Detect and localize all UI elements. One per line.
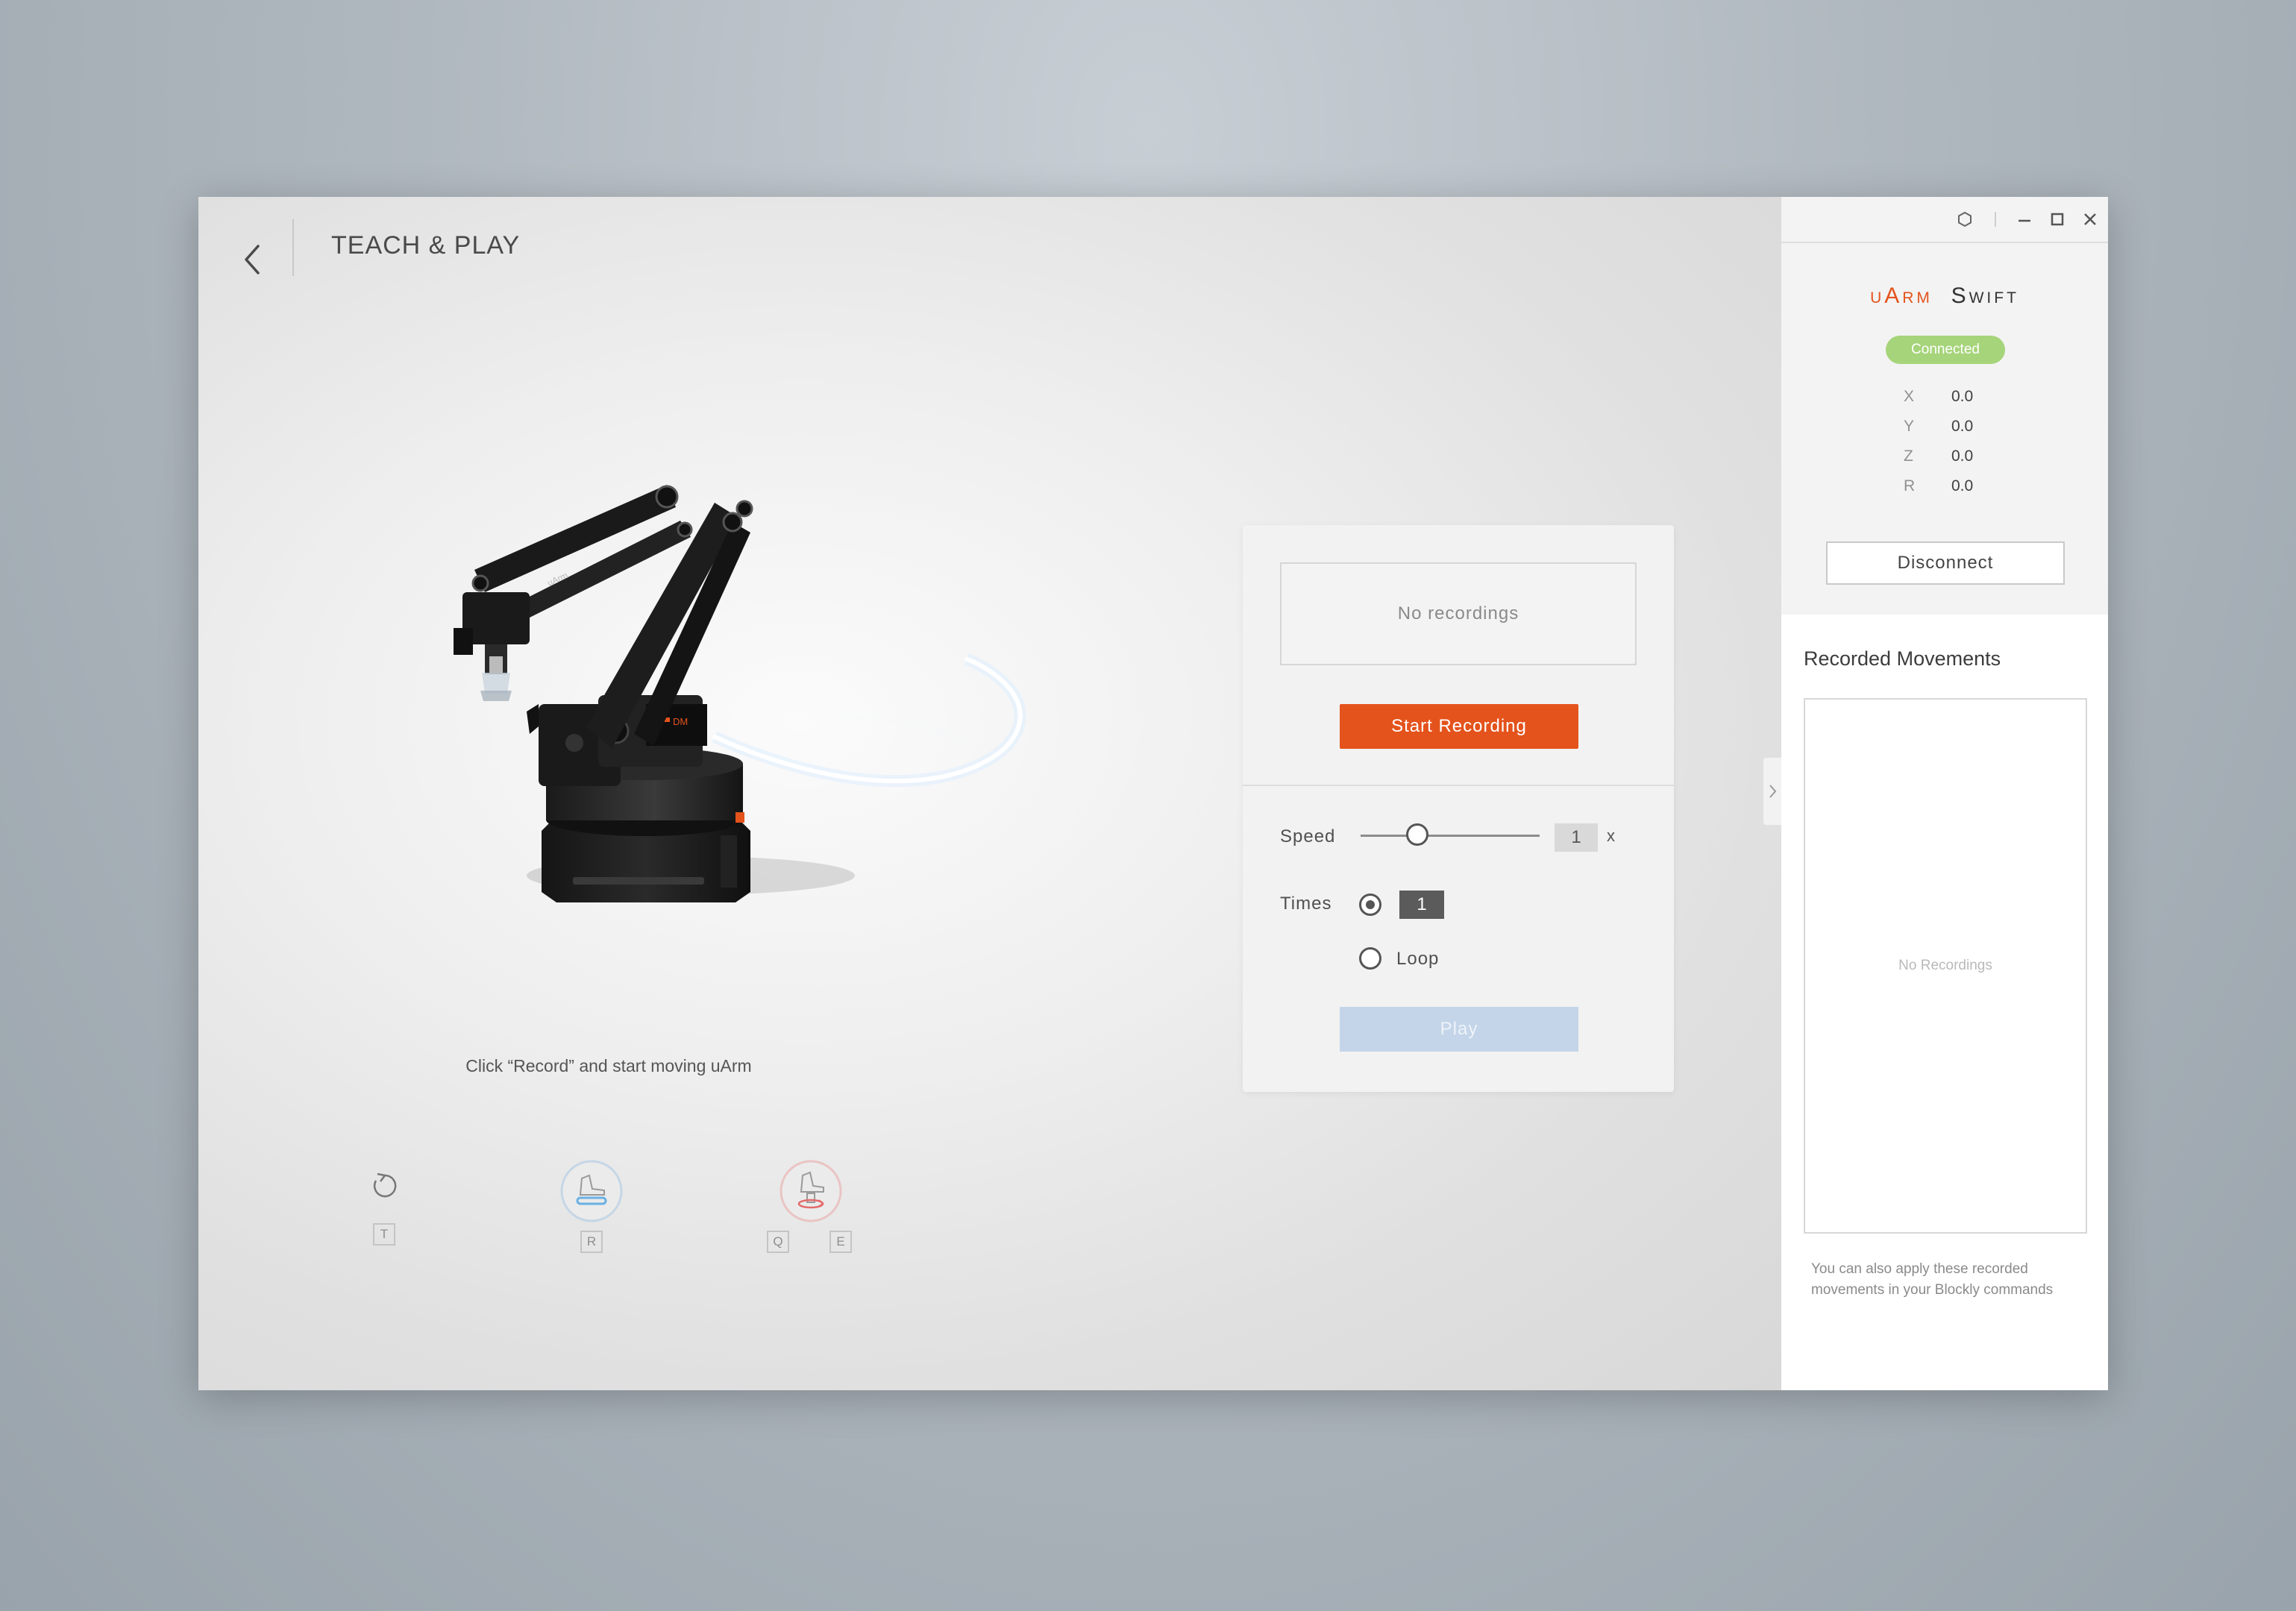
record-hint-text: Click “Record” and start moving uArm [465,1056,752,1075]
connection-status-badge: Connected [1886,336,2005,364]
chevron-right-icon [1769,785,1777,798]
reset-rotate-icon [373,1172,397,1198]
settings-button[interactable] [1954,209,1975,230]
pen-mode-tool[interactable]: R [556,1159,631,1260]
recorded-movements-title: Recorded Movements [1804,647,2001,670]
blockly-hint-text: You can also apply these recorded moveme… [1811,1261,2054,1298]
page-title: TEACH & PLAY [331,231,521,260]
coord-x-value: 0.0 [1951,388,1974,405]
times-value-box[interactable]: 1 [1399,891,1444,919]
playback-control-card: No recordings Start Recording Speed 1 x … [1243,525,1674,1092]
recorded-movements-empty-text: No Recordings [1898,958,1992,973]
maximize-icon [2051,213,2064,226]
window-controls-separator [1995,212,1996,227]
brand-logo: uArm Swift [1781,283,2108,309]
close-icon [2084,213,2096,225]
loop-radio[interactable] [1359,947,1381,970]
minimize-button[interactable] [2014,209,2035,230]
brand-logo-uarm: uArm [1870,283,1933,308]
device-sidebar: uArm Swift Connected X 0.0 Y 0.0 Z 0.0 R… [1781,197,2108,1390]
rotate-end-effector-icon [780,1160,842,1222]
minimize-icon [2019,219,2030,222]
reset-tool[interactable]: T [358,1164,410,1260]
coord-x-label: X [1904,388,1915,405]
coord-y-label: Y [1904,418,1915,435]
pen-holder-icon [560,1160,623,1222]
times-label: Times [1280,894,1332,914]
speed-unit: x [1607,826,1615,845]
coord-r-label: R [1904,477,1916,494]
brand-logo-swift: Swift [1951,283,2019,308]
sidebar-collapse-handle[interactable] [1763,758,1781,825]
rotate-end-effector-tool[interactable]: Q E [759,1159,864,1260]
shortcut-key-r: R [580,1231,603,1253]
svg-text:DM: DM [673,716,688,727]
play-button[interactable]: Play [1340,1007,1578,1052]
main-panel: TEACH & PLAY DM uArm Click “Record” and … [198,197,1781,1390]
recordings-box: No recordings [1280,562,1637,665]
start-recording-button[interactable]: Start Recording [1340,704,1578,749]
back-button[interactable] [231,230,273,289]
maximize-button[interactable] [2047,209,2068,230]
speed-slider-thumb[interactable] [1406,823,1428,846]
card-divider [1243,785,1674,786]
coord-z-label: Z [1904,448,1913,465]
coord-z-value: 0.0 [1951,448,1974,465]
device-panel: uArm Swift Connected X 0.0 Y 0.0 Z 0.0 R… [1781,197,2108,615]
shortcut-key-q: Q [767,1231,789,1253]
speed-slider-track[interactable] [1361,835,1540,837]
coord-r-value: 0.0 [1951,477,1974,494]
header-divider [292,219,294,276]
app-window: TEACH & PLAY DM uArm Click “Record” and … [198,197,2108,1390]
robot-arm-illustration: DM uArm [454,485,1026,902]
titlebar-divider [1781,242,2108,243]
disconnect-button[interactable]: Disconnect [1826,541,2065,585]
loop-label: Loop [1396,949,1440,969]
chevron-left-icon [245,245,260,274]
times-radio-dot [1366,900,1375,909]
times-radio[interactable] [1359,894,1381,916]
close-button[interactable] [2080,209,2101,230]
speed-value-box[interactable]: 1 [1555,823,1598,852]
speed-label: Speed [1280,826,1336,847]
coord-y-value: 0.0 [1951,418,1974,435]
shortcut-key-e: E [829,1231,852,1253]
shortcut-key-t: T [373,1223,395,1246]
recorded-movements-list[interactable]: No Recordings [1804,698,2087,1234]
settings-hexagon-icon [1958,212,1972,227]
no-recordings-text: No recordings [1397,603,1519,624]
